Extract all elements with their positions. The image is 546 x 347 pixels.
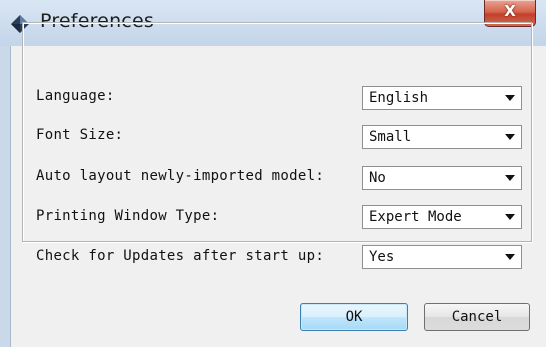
chevron-down-icon <box>505 254 515 260</box>
auto-layout-select[interactable]: No <box>362 166 522 190</box>
language-label: Language: <box>36 88 115 104</box>
chevron-down-icon <box>505 95 515 101</box>
printing-window-type-label: Printing Window Type: <box>36 208 220 224</box>
chevron-down-icon <box>505 214 515 220</box>
check-updates-label: Check for Updates after start up: <box>36 248 325 264</box>
language-select[interactable]: English <box>362 86 522 110</box>
close-icon: X <box>504 2 516 20</box>
printing-window-type-value: Expert Mode <box>369 209 462 225</box>
ok-button[interactable]: OK <box>300 303 408 331</box>
printing-window-type-select[interactable]: Expert Mode <box>362 205 522 229</box>
check-updates-value: Yes <box>369 249 395 265</box>
cancel-button[interactable]: Cancel <box>424 303 530 331</box>
chevron-down-icon <box>505 175 515 181</box>
language-value: English <box>369 90 429 106</box>
font-size-value: Small <box>369 129 412 145</box>
auto-layout-value: No <box>369 170 386 186</box>
check-updates-select[interactable]: Yes <box>362 245 522 269</box>
font-size-label: Font Size: <box>36 127 124 143</box>
auto-layout-label: Auto layout newly-imported model: <box>36 168 325 184</box>
preferences-window: Preferences X Language: English Font Siz… <box>0 0 546 347</box>
chevron-down-icon <box>505 134 515 140</box>
font-size-select[interactable]: Small <box>362 125 522 149</box>
